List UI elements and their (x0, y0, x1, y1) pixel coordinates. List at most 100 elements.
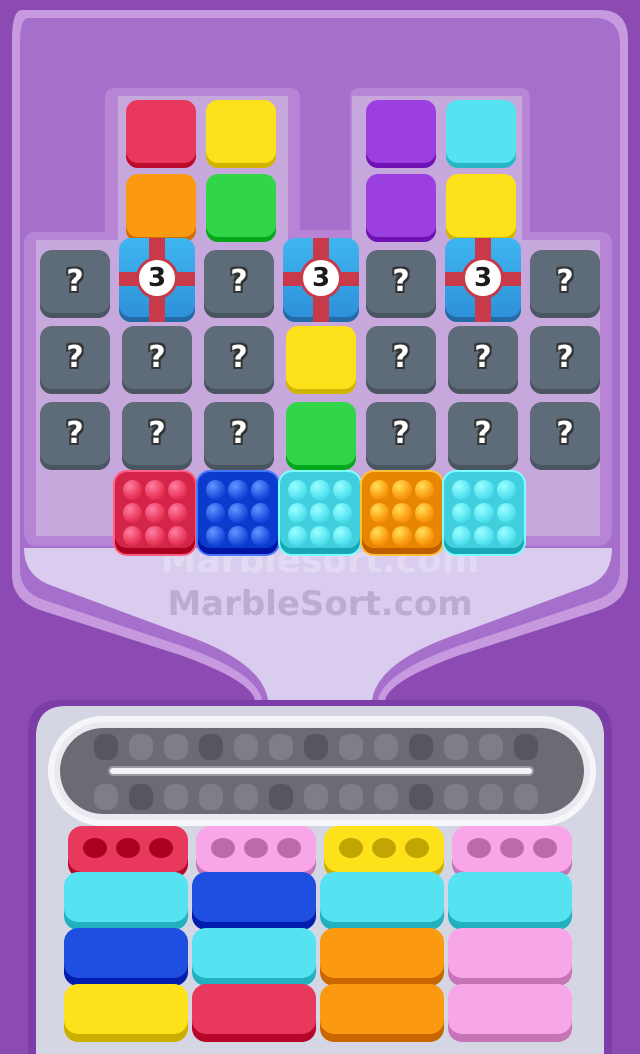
color-tile-yellow[interactable] (206, 100, 276, 168)
hidden-tile[interactable]: ? (530, 250, 600, 318)
container-hole (371, 838, 396, 858)
marble (370, 526, 390, 546)
marble (414, 503, 434, 523)
container-hole (82, 838, 107, 858)
hidden-tile[interactable]: ? (122, 326, 192, 394)
color-tile-purple[interactable] (366, 174, 436, 242)
marble (310, 480, 330, 500)
gift-box-tile[interactable]: 3 (283, 238, 359, 322)
marble (250, 503, 270, 523)
marble (228, 526, 248, 546)
hidden-tile[interactable]: ? (530, 326, 600, 394)
hidden-tile[interactable]: ? (204, 250, 274, 318)
conveyor-slot (164, 784, 188, 810)
container-hole (243, 838, 268, 858)
conveyor-slot (514, 734, 538, 760)
container-hole (499, 838, 524, 858)
hidden-tile[interactable]: ? (448, 402, 518, 470)
hidden-tile[interactable]: ? (204, 402, 274, 470)
marble (250, 526, 270, 546)
hidden-tile[interactable]: ? (366, 250, 436, 318)
hidden-tile[interactable]: ? (204, 326, 274, 394)
color-tile-yellow[interactable] (446, 174, 516, 242)
stacked-container-orange (320, 928, 444, 986)
marble (332, 503, 352, 523)
color-tile-purple[interactable] (366, 100, 436, 168)
conveyor-slot (374, 784, 398, 810)
marble-container-pink[interactable] (196, 826, 316, 878)
marble-box-blue[interactable] (198, 472, 278, 554)
marble-container-yellow[interactable] (324, 826, 444, 878)
marble (414, 526, 434, 546)
marble-container-red[interactable] (68, 826, 188, 878)
marble (474, 526, 494, 546)
marble (392, 480, 412, 500)
question-mark-icon: ? (474, 415, 492, 451)
marble (310, 526, 330, 546)
marble (414, 480, 434, 500)
conveyor-slot (129, 734, 153, 760)
conveyor-slot (444, 734, 468, 760)
stacked-container-orange (320, 984, 444, 1042)
hidden-tile[interactable]: ? (366, 326, 436, 394)
conveyor-slot (269, 784, 293, 810)
marble (392, 526, 412, 546)
container-hole (466, 838, 491, 858)
hidden-tile[interactable]: ? (530, 402, 600, 470)
conveyor-slot (199, 734, 223, 760)
color-tile-yellow[interactable] (286, 326, 356, 394)
conveyor-slot (444, 784, 468, 810)
stacked-container-pink (448, 984, 572, 1042)
conveyor-slot (514, 784, 538, 810)
color-tile-green[interactable] (286, 402, 356, 470)
container-hole (115, 838, 140, 858)
game-stage: Marblesort.com MarbleSort.com ? 3? 3? 3????… (0, 0, 640, 1054)
question-mark-icon: ? (230, 339, 248, 375)
color-tile-orange[interactable] (126, 174, 196, 242)
color-tile-green[interactable] (206, 174, 276, 242)
stacked-container-red (192, 984, 316, 1042)
question-mark-icon: ? (66, 263, 84, 299)
question-mark-icon: ? (474, 339, 492, 375)
marble (228, 480, 248, 500)
gift-count-badge: 3 (462, 257, 504, 299)
marble (332, 480, 352, 500)
marble-box-cyan[interactable] (280, 472, 360, 554)
hidden-tile[interactable]: ? (122, 402, 192, 470)
marble-container-pink[interactable] (452, 826, 572, 878)
marble-box-red[interactable] (115, 472, 195, 554)
container-hole (210, 838, 235, 858)
stacked-container-cyan (192, 928, 316, 986)
gift-count-badge: 3 (300, 257, 342, 299)
marble (310, 503, 330, 523)
question-mark-icon: ? (556, 263, 574, 299)
conveyor-divider (108, 766, 534, 776)
hidden-tile[interactable]: ? (40, 250, 110, 318)
gift-box-tile[interactable]: 3 (119, 238, 195, 322)
stacked-container-blue (64, 928, 188, 986)
marble (288, 503, 308, 523)
question-mark-icon: ? (392, 339, 410, 375)
gift-box-tile[interactable]: 3 (445, 238, 521, 322)
conveyor-slot (374, 734, 398, 760)
hidden-tile[interactable]: ? (448, 326, 518, 394)
hidden-tile[interactable]: ? (40, 326, 110, 394)
container-hole (405, 838, 430, 858)
stacked-container-cyan (64, 872, 188, 930)
question-mark-icon: ? (148, 339, 166, 375)
marble (250, 480, 270, 500)
stacked-container-cyan (320, 872, 444, 930)
marble (474, 480, 494, 500)
hidden-tile[interactable]: ? (40, 402, 110, 470)
hidden-tile[interactable]: ? (366, 402, 436, 470)
conveyor-slot (269, 734, 293, 760)
marble-box-cyan[interactable] (444, 472, 524, 554)
marble (452, 526, 472, 546)
stacked-container-blue (192, 872, 316, 930)
color-tile-red[interactable] (126, 100, 196, 168)
question-mark-icon: ? (66, 415, 84, 451)
marble (206, 526, 226, 546)
marble-box-orange[interactable] (362, 472, 442, 554)
color-tile-cyan[interactable] (446, 100, 516, 168)
container-hole (277, 838, 302, 858)
